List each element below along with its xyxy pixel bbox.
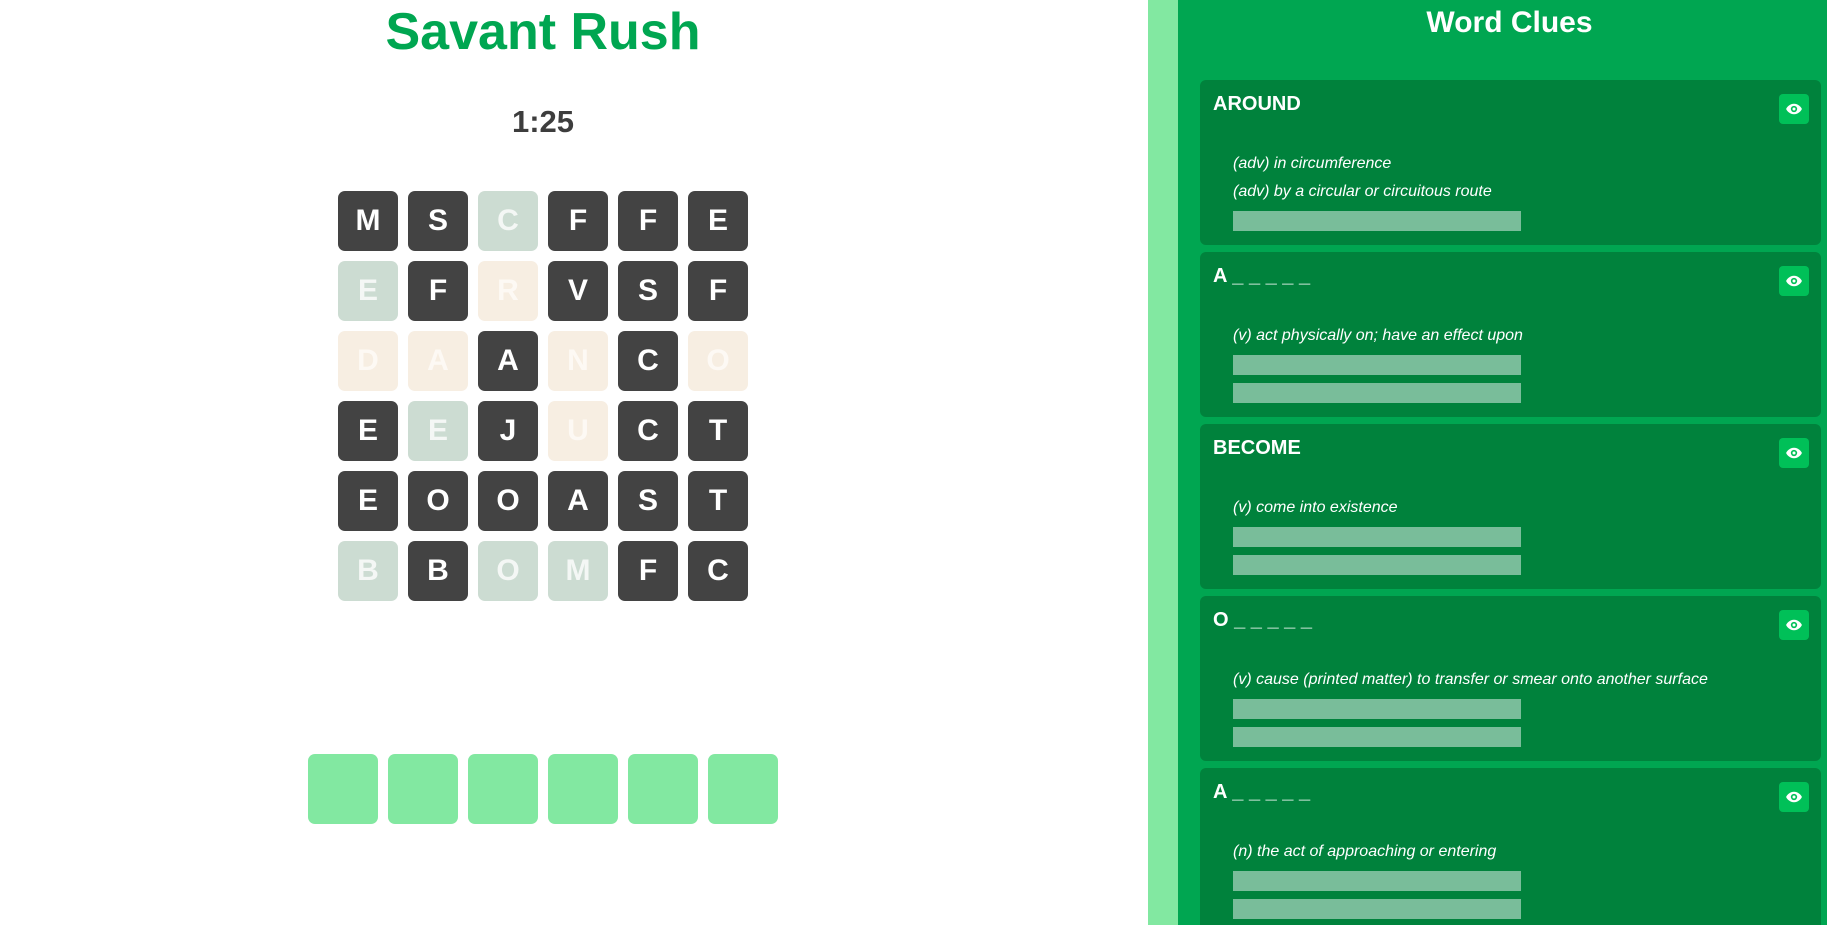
letter-tile[interactable]: E	[338, 401, 398, 461]
letter-tile[interactable]: E	[688, 191, 748, 251]
clue-word: A _ _ _ _ _	[1213, 781, 1311, 803]
hidden-hint-bar	[1233, 527, 1521, 547]
hidden-hint-bar	[1233, 383, 1521, 403]
eye-icon	[1785, 444, 1803, 462]
letter-tile[interactable]: E	[408, 401, 468, 461]
clue-word: O _ _ _ _ _	[1213, 609, 1312, 631]
clue-card: A _ _ _ _ _ (v) act physically on; have a…	[1200, 252, 1821, 417]
hidden-hint-bar	[1233, 727, 1521, 747]
definition: (v) come into existence	[1233, 499, 1398, 516]
letter-tile[interactable]: N	[548, 331, 608, 391]
letter-tile[interactable]: C	[478, 191, 538, 251]
letter-tile[interactable]: V	[548, 261, 608, 321]
answer-slot[interactable]	[308, 754, 378, 824]
eye-icon	[1785, 616, 1803, 634]
definition-list: (v) cause (printed matter) to transfer o…	[1233, 669, 1708, 697]
hidden-hints	[1233, 527, 1521, 583]
hidden-hints	[1233, 871, 1521, 925]
panel-divider	[1148, 0, 1178, 925]
letter-tile[interactable]: F	[618, 191, 678, 251]
clue-word: AROUND	[1213, 93, 1301, 115]
definition-list: (adv) in circumference (adv) by a circula…	[1233, 153, 1492, 209]
letter-tile[interactable]: B	[408, 541, 468, 601]
answer-row	[308, 754, 778, 824]
hidden-hint-bar	[1233, 555, 1521, 575]
letter-tile[interactable]: C	[618, 401, 678, 461]
letter-tile[interactable]: S	[618, 261, 678, 321]
hidden-hint-bar	[1233, 211, 1521, 231]
letter-tile[interactable]: S	[408, 191, 468, 251]
answer-slot[interactable]	[548, 754, 618, 824]
letter-tile[interactable]: S	[618, 471, 678, 531]
definition-list: (n) the act of approaching or entering	[1233, 841, 1496, 869]
letter-tile[interactable]: B	[338, 541, 398, 601]
reveal-button[interactable]	[1779, 266, 1809, 296]
definition-list: (v) act physically on; have an effect up…	[1233, 325, 1523, 353]
letter-tile[interactable]: C	[618, 331, 678, 391]
answer-slot[interactable]	[628, 754, 698, 824]
reveal-button[interactable]	[1779, 94, 1809, 124]
definition: (v) act physically on; have an effect up…	[1233, 327, 1523, 344]
definition: (v) cause (printed matter) to transfer o…	[1233, 671, 1708, 688]
letter-tile[interactable]: C	[688, 541, 748, 601]
clues-panel: Word Clues AROUND (adv) in circumference(…	[1178, 0, 1827, 925]
hidden-hints	[1233, 355, 1521, 411]
letter-tile[interactable]: J	[478, 401, 538, 461]
letter-tile[interactable]: F	[408, 261, 468, 321]
reveal-button[interactable]	[1779, 782, 1809, 812]
letter-tile[interactable]: M	[338, 191, 398, 251]
letter-tile[interactable]: A	[548, 471, 608, 531]
reveal-button[interactable]	[1779, 438, 1809, 468]
answer-slot[interactable]	[708, 754, 778, 824]
app: Savant Rush 1:25 MSCFFEEFRVSFDAANCOEEJUC…	[0, 0, 1827, 925]
clues-panel-title: Word Clues	[1426, 6, 1593, 39]
letter-tile[interactable]: R	[478, 261, 538, 321]
letter-tile[interactable]: F	[618, 541, 678, 601]
letter-tile[interactable]: A	[408, 331, 468, 391]
letter-tile[interactable]: E	[338, 471, 398, 531]
clue-word: A _ _ _ _ _	[1213, 265, 1311, 287]
letter-tile[interactable]: U	[548, 401, 608, 461]
letter-tile[interactable]: O	[408, 471, 468, 531]
clue-card: O _ _ _ _ _ (v) cause (printed matter) to…	[1200, 596, 1821, 761]
answer-slot[interactable]	[468, 754, 538, 824]
reveal-button[interactable]	[1779, 610, 1809, 640]
letter-tile[interactable]: A	[478, 331, 538, 391]
answer-slot[interactable]	[388, 754, 458, 824]
definition: (n) the act of approaching or entering	[1233, 843, 1497, 860]
letter-grid: MSCFFEEFRVSFDAANCOEEJUCTEOOASTBBOMFC	[338, 191, 748, 601]
timer: 1:25	[511, 104, 575, 139]
letter-tile[interactable]: M	[548, 541, 608, 601]
hidden-hint-bar	[1233, 699, 1521, 719]
hidden-hint-bar	[1233, 871, 1521, 891]
hidden-hints	[1233, 699, 1521, 755]
definition-list: (v) come into existence	[1233, 497, 1398, 525]
definition: (adv) in circumference	[1233, 155, 1392, 172]
letter-tile[interactable]: O	[688, 331, 748, 391]
letter-tile[interactable]: O	[478, 471, 538, 531]
definition: (adv) by a circular or circuitous route	[1233, 183, 1492, 200]
clue-word: BECOME	[1213, 437, 1301, 459]
hidden-hint-bar	[1233, 355, 1521, 375]
clue-card: BECOME (v) come into existence	[1200, 424, 1821, 589]
letter-tile[interactable]: T	[688, 401, 748, 461]
letter-tile[interactable]: F	[548, 191, 608, 251]
clue-card: A _ _ _ _ _ (n) the act of approaching or…	[1200, 768, 1821, 925]
letter-tile[interactable]: F	[688, 261, 748, 321]
clue-card: AROUND (adv) in circumference (adv) by a c…	[1200, 80, 1821, 245]
eye-icon	[1785, 272, 1803, 290]
hidden-hints	[1233, 211, 1521, 239]
game-area: Savant Rush 1:25 MSCFFEEFRVSFDAANCOEEJUC…	[0, 0, 1148, 925]
letter-tile[interactable]: O	[478, 541, 538, 601]
game-title: Savant Rush	[385, 3, 701, 61]
eye-icon	[1785, 100, 1803, 118]
hidden-hint-bar	[1233, 899, 1521, 919]
letter-tile[interactable]: E	[338, 261, 398, 321]
letter-tile[interactable]: D	[338, 331, 398, 391]
eye-icon	[1785, 788, 1803, 806]
letter-tile[interactable]: T	[688, 471, 748, 531]
